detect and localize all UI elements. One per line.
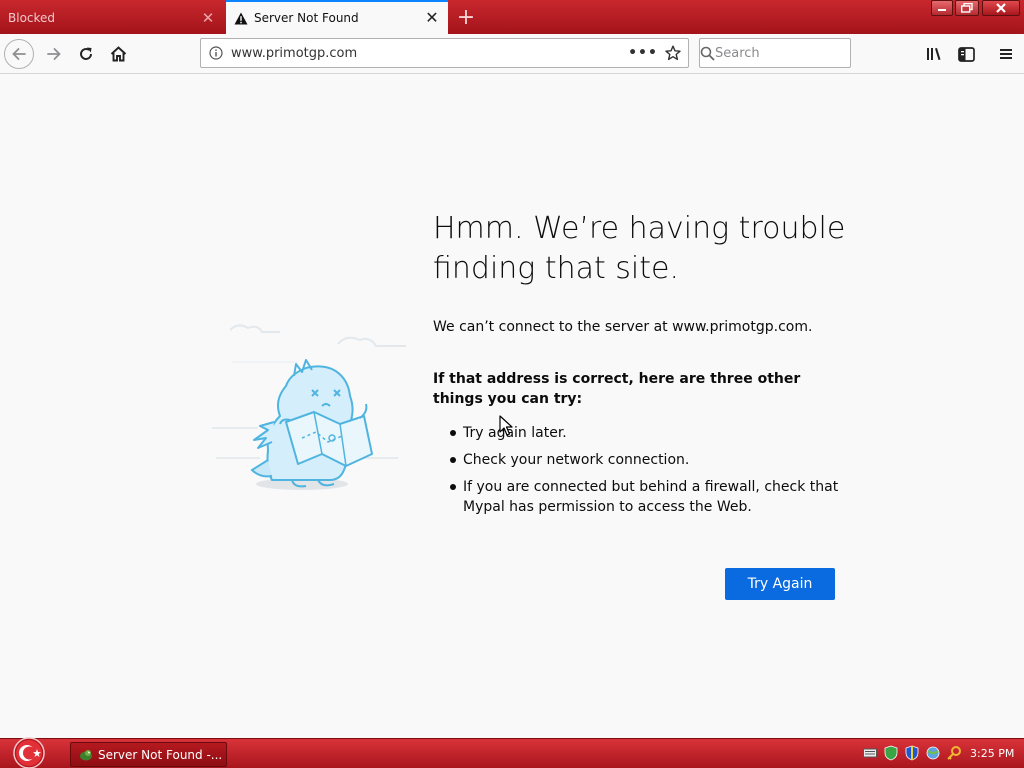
library-button[interactable] <box>918 38 950 70</box>
navigation-toolbar: www.primotgp.com ••• <box>0 34 1024 74</box>
reload-button[interactable] <box>70 38 102 70</box>
hamburger-menu-icon <box>1000 49 1012 59</box>
error-description: We can’t connect to the server at www.pr… <box>433 319 813 335</box>
star-icon[interactable] <box>658 45 688 61</box>
forward-button[interactable] <box>38 38 70 70</box>
try-again-button[interactable]: Try Again <box>725 568 835 600</box>
reload-icon <box>80 47 92 60</box>
key-icon[interactable] <box>946 745 962 761</box>
tab-blocked[interactable]: Blocked ✕ <box>0 2 224 34</box>
info-icon[interactable] <box>201 46 231 60</box>
page-actions-button[interactable]: ••• <box>628 45 658 61</box>
search-icon <box>700 46 715 61</box>
tab-title: Server Not Found <box>254 11 359 25</box>
close-icon <box>996 3 1006 13</box>
library-icon <box>927 48 941 60</box>
url-bar[interactable]: www.primotgp.com ••• <box>200 38 689 68</box>
tab-strip: Blocked ✕ Server Not Found ✕ + <box>0 0 1024 34</box>
taskbar-window-label: Server Not Found -... <box>98 747 223 762</box>
menu-button[interactable] <box>990 38 1022 70</box>
list-item: If you are connected but behind a firewa… <box>450 477 853 517</box>
window-close-button[interactable] <box>982 0 1020 16</box>
restore-button[interactable] <box>955 0 979 16</box>
tab-title: Blocked <box>8 11 56 25</box>
start-orb-icon <box>13 737 45 768</box>
network-icon[interactable] <box>925 745 941 761</box>
page-title: Hmm. We’re having trouble finding that s… <box>433 211 846 286</box>
home-icon <box>110 46 126 62</box>
search-bar[interactable] <box>699 38 885 68</box>
system-tray <box>862 745 962 761</box>
dinosaur-illustration <box>210 320 410 495</box>
suggestions-heading: If that address is correct, here are thr… <box>433 371 801 407</box>
sidebar-icon <box>957 46 975 62</box>
back-button[interactable] <box>4 39 34 69</box>
mypal-icon <box>79 748 93 762</box>
suggestions-list: Try again later. Check your network conn… <box>450 423 853 524</box>
close-icon[interactable]: ✕ <box>200 10 216 26</box>
keyboard-icon[interactable] <box>862 745 878 761</box>
tab-server-not-found[interactable]: Server Not Found ✕ <box>226 0 448 34</box>
sidebar-button[interactable] <box>950 38 982 70</box>
minimize-button[interactable] <box>931 0 953 16</box>
mouse-cursor-icon <box>499 415 513 436</box>
url-text[interactable]: www.primotgp.com <box>231 46 628 61</box>
start-button[interactable] <box>10 737 48 768</box>
error-page: Hmm. We’re having trouble finding that s… <box>0 75 1024 738</box>
shield-icon[interactable] <box>883 745 899 761</box>
security-shield-icon[interactable] <box>904 745 920 761</box>
clock[interactable]: 3:25 PM <box>970 747 1014 760</box>
forward-arrow-icon <box>47 48 61 60</box>
new-tab-button[interactable]: + <box>452 4 480 30</box>
list-item: Check your network connection. <box>450 450 853 470</box>
close-icon[interactable]: ✕ <box>424 10 440 26</box>
taskbar-window-button[interactable]: Server Not Found -... <box>70 742 227 767</box>
taskbar: Server Not Found -... 3:25 PM <box>0 737 1024 768</box>
warning-icon <box>234 12 248 25</box>
restore-icon <box>961 3 973 13</box>
minimize-icon <box>938 9 946 11</box>
back-arrow-icon <box>12 48 26 60</box>
list-item: Try again later. <box>450 423 853 443</box>
search-input[interactable] <box>715 45 885 61</box>
home-button[interactable] <box>102 38 134 70</box>
